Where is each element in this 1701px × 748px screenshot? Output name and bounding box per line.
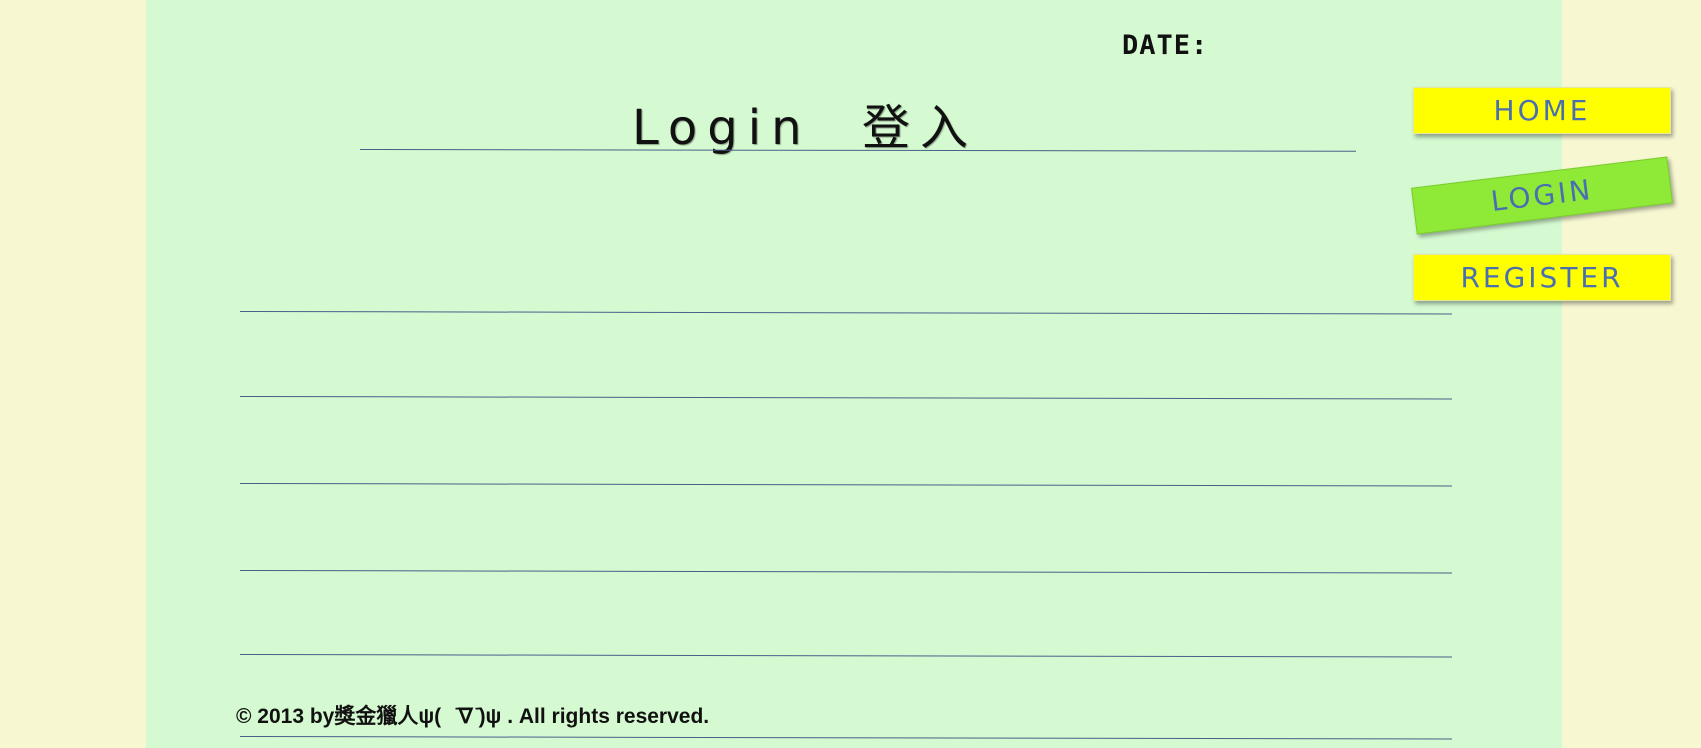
- page-title: Login 登入: [632, 100, 979, 156]
- register-button-label: REGISTER: [1460, 261, 1624, 294]
- login-button-label: LOGIN: [1489, 172, 1595, 219]
- register-button[interactable]: REGISTER: [1413, 254, 1671, 301]
- home-button-label: HOME: [1493, 94, 1591, 127]
- copyright-text: © 2013 by獎金獵人ψ( ̄∇ ̄)ψ . All rights rese…: [236, 705, 710, 728]
- home-button[interactable]: HOME: [1413, 87, 1671, 134]
- date-label: DATE:: [1122, 30, 1209, 61]
